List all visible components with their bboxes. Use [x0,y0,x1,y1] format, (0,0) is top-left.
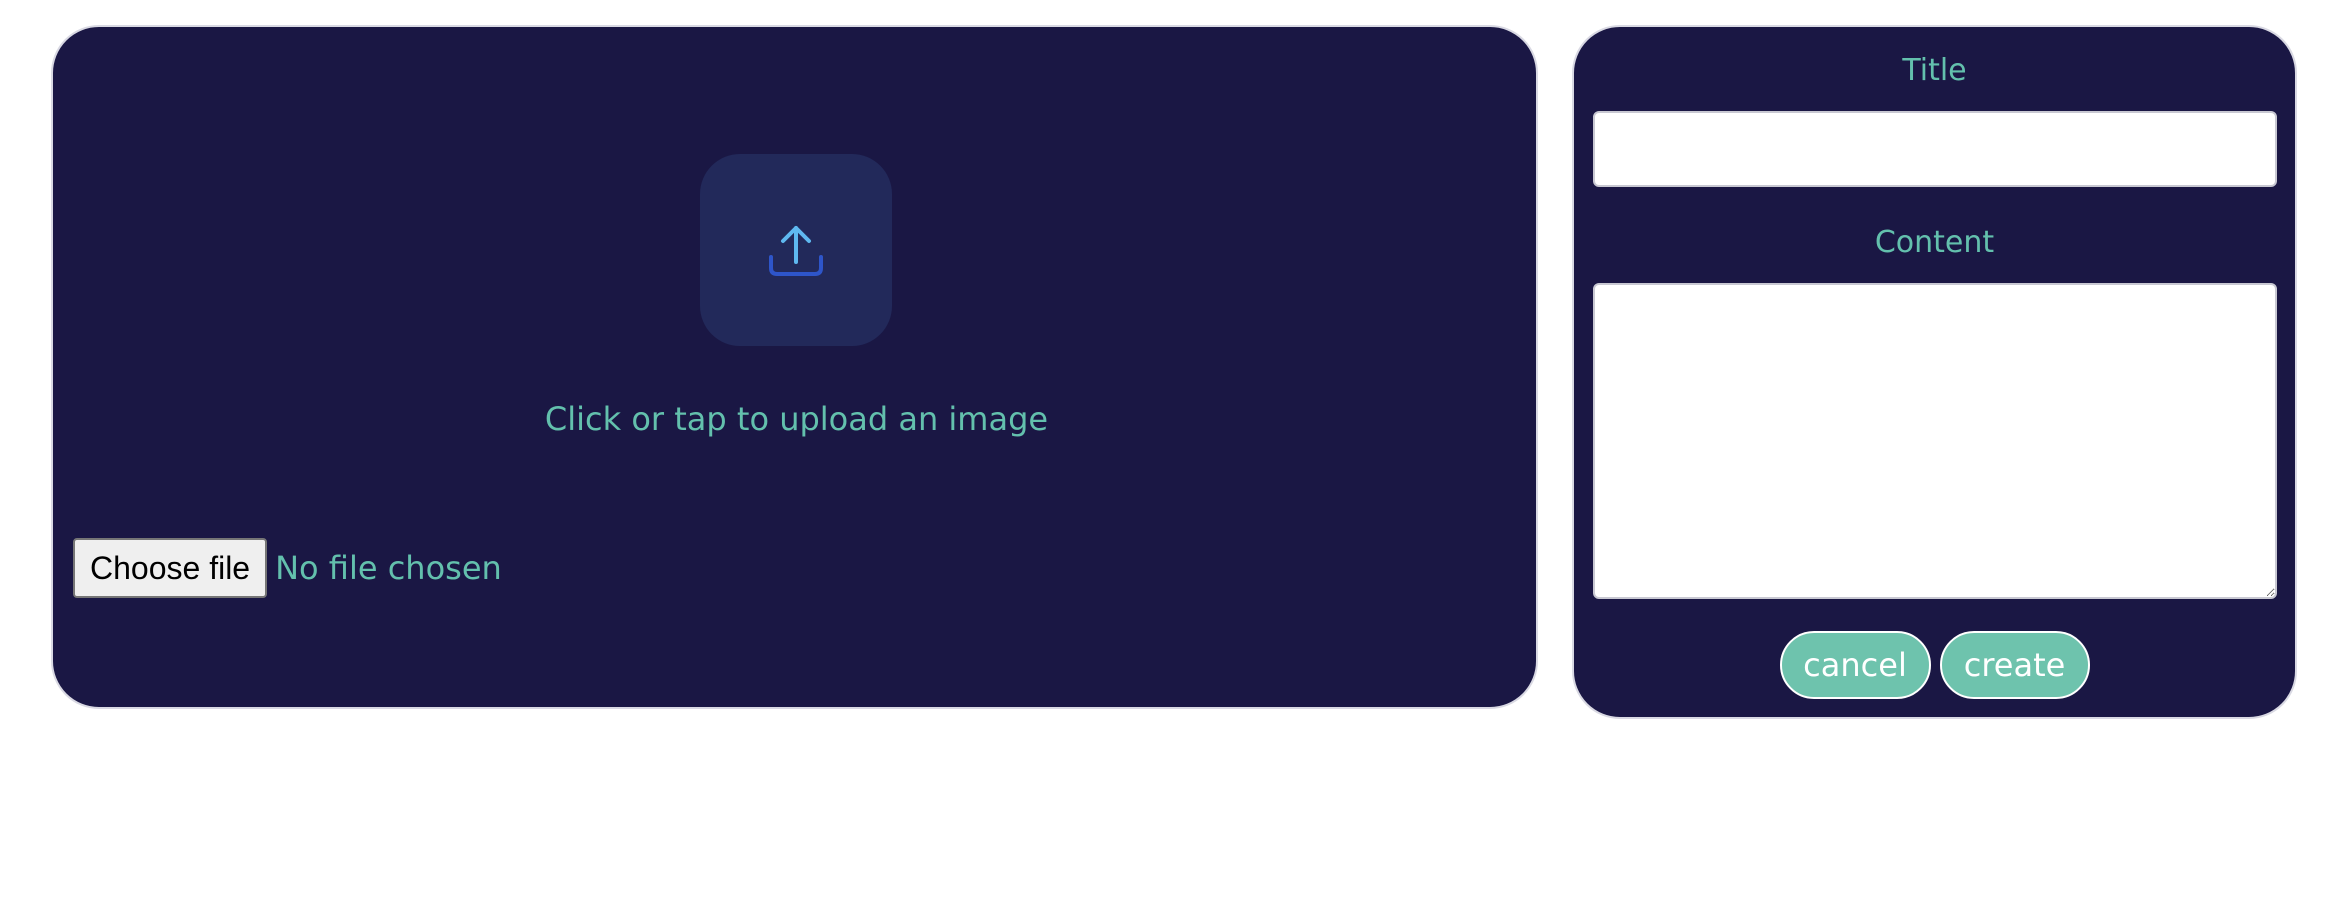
upload-icon-tile[interactable] [700,154,892,346]
create-button[interactable]: create [1939,631,2090,699]
choose-file-button[interactable]: Choose file [73,538,268,598]
content-label: Content [1874,225,1995,260]
title-input[interactable] [1593,111,2277,187]
image-upload-panel[interactable]: Click or tap to upload an image Choose f… [51,25,1538,709]
form-actions: cancel create [1574,631,2295,699]
upload-caption[interactable]: Click or tap to upload an image [53,397,1540,441]
title-label: Title [1902,53,1967,88]
upload-tray-icon [769,226,823,276]
file-status-text: No file chosen [275,549,502,587]
cancel-button[interactable]: cancel [1779,631,1931,699]
post-form-panel: Title Content cancel create [1572,25,2297,719]
content-textarea[interactable] [1593,283,2277,599]
file-input[interactable]: Choose file No file chosen [73,538,502,598]
